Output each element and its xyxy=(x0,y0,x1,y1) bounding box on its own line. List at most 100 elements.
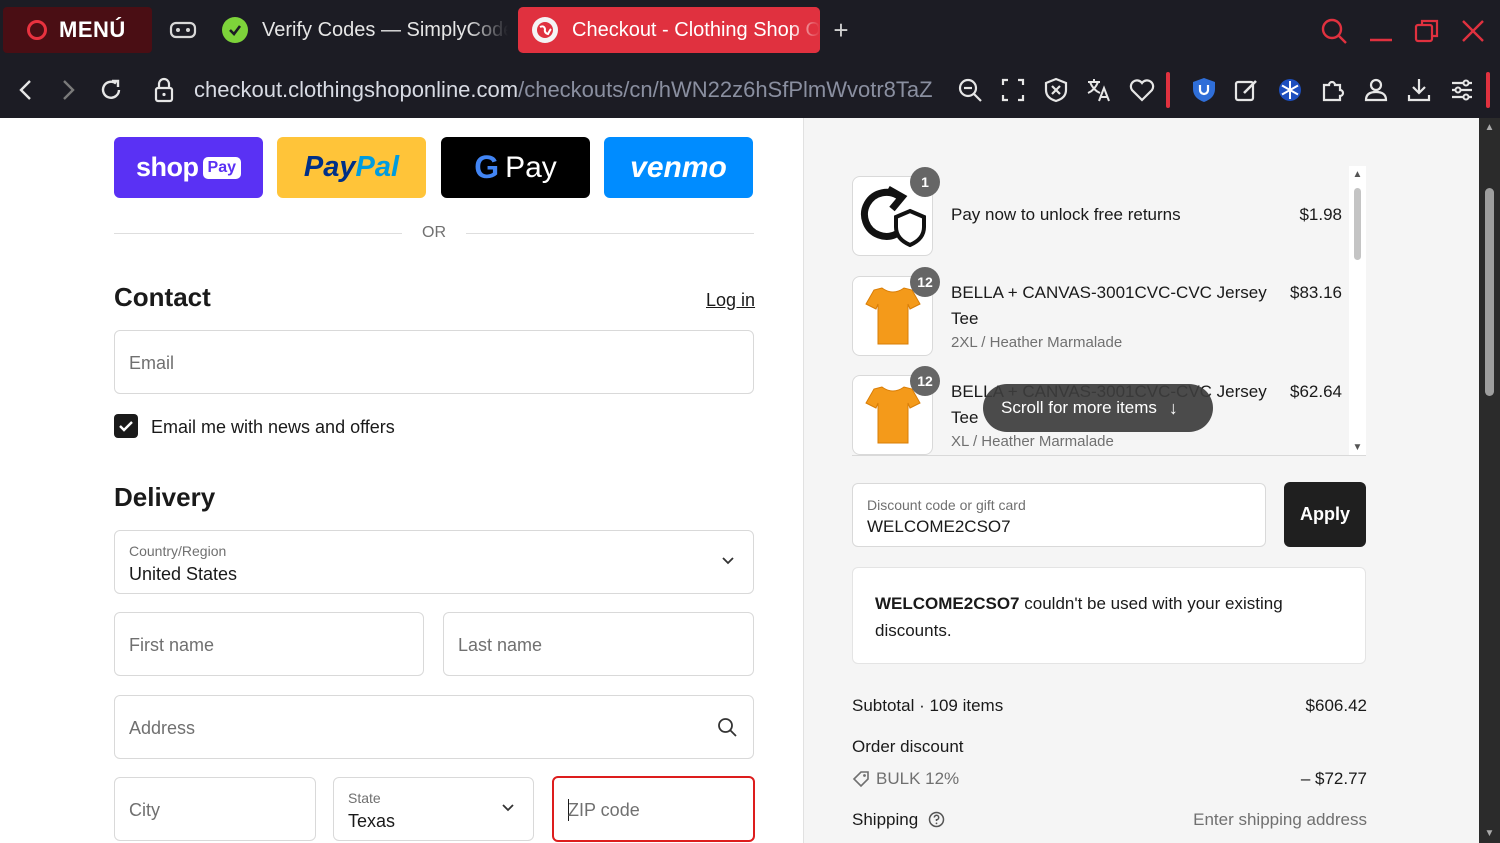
search-icon xyxy=(718,718,737,737)
checkout-form: shop Pay Pay Pal G Pay venmo OR Contact Log… xyxy=(0,118,803,843)
scroll-up-icon: ▲ xyxy=(1484,122,1495,133)
profile-icon[interactable] xyxy=(1362,76,1390,104)
apply-button[interactable]: Apply xyxy=(1284,482,1366,547)
tab-verify-codes[interactable]: Verify Codes — SimplyCodes xyxy=(210,7,508,53)
contact-heading: Contact xyxy=(114,282,211,312)
lock-icon[interactable] xyxy=(150,76,178,104)
search-tabs-icon[interactable] xyxy=(1319,16,1349,46)
item-variant: 2XL / Heather Marmalade xyxy=(951,334,1123,351)
help-circle-icon[interactable] xyxy=(928,811,945,828)
close-window-icon[interactable] xyxy=(1458,16,1488,46)
scroll-more-button[interactable]: Scroll for more items ↓ xyxy=(983,384,1213,432)
url-path: /checkouts/cn/hWN22z6hSfPlmWvotr8TaZ xyxy=(518,77,933,102)
discount-amount: – $72.77 xyxy=(1300,769,1367,788)
items-scroll-thumb[interactable] xyxy=(1354,188,1361,260)
country-value: United States xyxy=(129,564,238,584)
newsletter-checkbox[interactable] xyxy=(114,414,138,438)
tag-icon xyxy=(852,771,869,788)
opera-menu-button[interactable]: MENÚ xyxy=(3,7,152,53)
quantity-badge: 1 xyxy=(910,167,940,197)
gamepad-icon[interactable] xyxy=(169,18,197,42)
city-field[interactable]: City xyxy=(114,777,316,841)
item-price: $83.16 xyxy=(1290,283,1342,302)
item-price: $62.64 xyxy=(1290,382,1342,401)
address-field[interactable]: Address xyxy=(114,695,754,759)
last-name-placeholder: Last name xyxy=(458,635,543,655)
google-g-icon: G xyxy=(474,149,500,185)
or-divider: OR xyxy=(114,224,754,244)
order-discount-row: Order discount xyxy=(852,737,1367,757)
or-label: OR xyxy=(422,224,446,241)
restore-icon[interactable] xyxy=(1412,16,1442,46)
scroll-down-icon: ▼ xyxy=(1352,442,1363,453)
discount-error-message: WELCOME2CSO7 couldn't be used with your … xyxy=(852,567,1366,664)
new-tab-button[interactable]: + xyxy=(830,17,852,43)
extensions-puzzle-icon[interactable] xyxy=(1319,76,1347,104)
orange-tshirt-icon xyxy=(864,287,921,345)
page-scroll-thumb[interactable] xyxy=(1485,188,1494,396)
state-value: Texas xyxy=(348,811,396,831)
chevron-down-icon xyxy=(722,557,734,565)
translate-icon[interactable] xyxy=(1085,76,1113,104)
subtotal-row: Subtotal · 109 items $606.42 xyxy=(852,696,1367,716)
discount-applied-row: BULK 12% – $72.77 xyxy=(852,769,1367,789)
easy-setup-icon[interactable] xyxy=(1448,76,1476,104)
paypal-button[interactable]: Pay Pal xyxy=(277,137,426,198)
discount-name: BULK 12% xyxy=(876,769,960,788)
quantity-badge: 12 xyxy=(910,366,940,396)
address-placeholder: Address xyxy=(129,718,196,738)
address-bar: checkout.clothingshoponline.com/checkout… xyxy=(0,62,1500,118)
scroll-up-icon: ▲ xyxy=(1352,169,1363,180)
url-field[interactable]: checkout.clothingshoponline.com/checkout… xyxy=(194,76,942,104)
sidebar-edge xyxy=(1486,72,1490,108)
checkmark-icon xyxy=(119,421,133,432)
adblock-icon[interactable] xyxy=(1042,76,1070,104)
checkout-page: shop Pay Pay Pal G Pay venmo OR Contact Log… xyxy=(0,118,1500,843)
back-icon[interactable] xyxy=(12,76,40,104)
chevron-down-icon xyxy=(502,804,514,812)
items-scrollbar[interactable]: ▲ ▼ xyxy=(1349,166,1366,456)
heart-icon[interactable] xyxy=(1128,76,1156,104)
shop-pay-logo: shop xyxy=(136,152,199,182)
shipping-value: Enter shipping address xyxy=(1193,810,1367,829)
tab-checkout[interactable]: Checkout - Clothing Shop Online xyxy=(518,7,820,53)
discount-field-value: WELCOME2CSO7 xyxy=(867,517,1011,536)
tab-title: Checkout - Clothing Shop Online xyxy=(572,18,820,41)
subtotal-label: Subtotal · 109 items xyxy=(852,696,1004,715)
last-name-field[interactable]: Last name xyxy=(443,612,754,676)
shop-pay-badge: Pay xyxy=(202,156,241,179)
url-domain: checkout.clothingshoponline.com xyxy=(194,77,519,102)
shipping-label: Shipping xyxy=(852,810,919,829)
download-icon[interactable] xyxy=(1405,76,1433,104)
minimize-icon[interactable] xyxy=(1366,16,1396,46)
item-price: $1.98 xyxy=(1299,205,1342,224)
forward-icon[interactable] xyxy=(54,76,82,104)
tab-bar: MENÚ Verify Codes — SimplyCodes Checkout… xyxy=(0,0,1500,62)
google-pay-button[interactable]: G Pay xyxy=(441,137,590,198)
discount-code-field[interactable]: Discount code or gift card WELCOME2CSO7 xyxy=(852,483,1266,547)
email-field[interactable]: Email xyxy=(114,330,754,394)
first-name-field[interactable]: First name xyxy=(114,612,424,676)
error-code: WELCOME2CSO7 xyxy=(875,594,1020,613)
reload-icon[interactable] xyxy=(97,76,125,104)
toolbar-divider xyxy=(1166,72,1170,108)
state-select[interactable]: State Texas xyxy=(333,777,534,841)
zoom-out-icon[interactable] xyxy=(956,76,984,104)
item-name: BELLA + CANVAS-3001CVC-CVC Jersey Tee xyxy=(951,283,1267,328)
login-link[interactable]: Log in xyxy=(706,290,755,311)
shop-pay-button[interactable]: shop Pay xyxy=(114,137,263,198)
country-select[interactable]: Country/Region United States xyxy=(114,530,754,594)
snapshot-icon[interactable] xyxy=(999,76,1027,104)
vpn-shield-icon[interactable] xyxy=(1190,76,1218,104)
paypal-logo-a: Pay xyxy=(303,151,356,183)
list-item: 12 BELLA + CANVAS-3001CVC-CVC Jersey Tee… xyxy=(852,267,1352,356)
page-scrollbar[interactable]: ▲ ▼ xyxy=(1479,118,1500,843)
extension-snowflake-icon[interactable] xyxy=(1276,76,1304,104)
venmo-button[interactable]: venmo xyxy=(604,137,753,198)
globe-icon xyxy=(532,17,558,43)
zip-field[interactable]: ZIP code xyxy=(552,776,755,842)
opera-logo-icon xyxy=(27,20,47,40)
notes-icon[interactable] xyxy=(1232,76,1260,104)
city-placeholder: City xyxy=(129,800,160,820)
orange-tshirt-icon xyxy=(864,386,921,444)
